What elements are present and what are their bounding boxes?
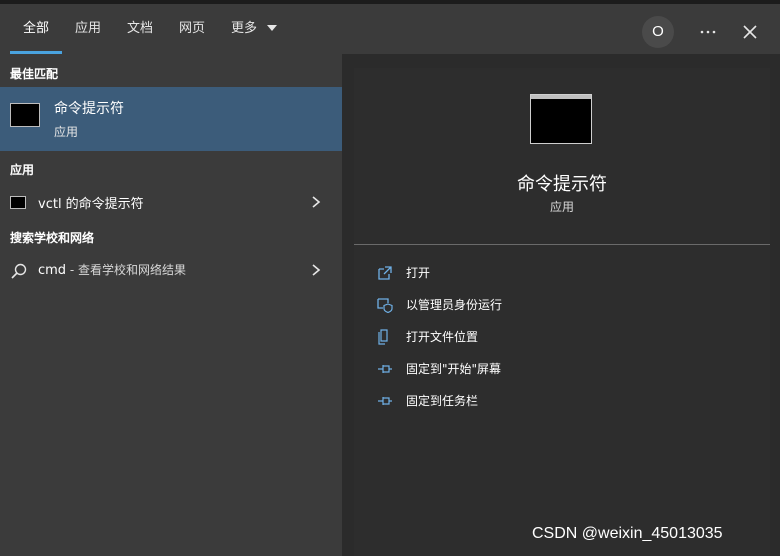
tab-more[interactable]: 更多	[231, 4, 278, 54]
preview-subtitle: 应用	[549, 200, 574, 214]
preview-divider	[354, 244, 770, 245]
action-open-file-location-label: 打开文件位置	[406, 330, 479, 344]
tab-more-label: 更多	[231, 21, 258, 36]
preview-panel: 命令提示符 应用 打开 以管理员身份运行 打开文件位置 固定到"开始"屏幕 固定…	[354, 68, 770, 556]
close-icon	[743, 25, 757, 39]
best-match-item[interactable]: 命令提示符 应用	[0, 87, 342, 151]
web-search-text: cmd - 查看学校和网络结果	[38, 261, 186, 278]
search-suffix: - 查看学校和网络结果	[66, 263, 187, 277]
tab-apps-label: 应用	[75, 21, 102, 36]
tab-web-label: 网页	[179, 21, 206, 36]
preview-title: 命令提示符	[517, 174, 607, 195]
action-run-as-admin-label: 以管理员身份运行	[406, 298, 503, 312]
tab-web[interactable]: 网页	[179, 4, 205, 54]
best-match-header: 最佳匹配	[10, 67, 59, 81]
tab-documents[interactable]: 文档	[127, 4, 153, 54]
terminal-icon	[10, 196, 26, 209]
action-run-as-admin[interactable]: 以管理员身份运行	[376, 294, 756, 316]
action-pin-to-start-label: 固定到"开始"屏幕	[406, 362, 502, 376]
web-search-result[interactable]: cmd - 查看学校和网络结果	[0, 255, 342, 285]
action-open[interactable]: 打开	[376, 262, 756, 284]
search-query: cmd	[38, 263, 67, 278]
avatar-letter: O	[652, 23, 664, 40]
chevron-right-icon	[312, 196, 321, 208]
chevron-down-icon	[267, 24, 278, 31]
tab-bar: 全部 应用 文档 网页 更多 O	[0, 4, 780, 54]
apps-header: 应用	[10, 163, 35, 177]
action-open-file-location[interactable]: 打开文件位置	[376, 326, 756, 348]
action-pin-to-taskbar-label: 固定到任务栏	[406, 394, 479, 408]
more-options-button[interactable]	[694, 18, 722, 46]
best-match-subtitle: 应用	[54, 125, 79, 139]
terminal-icon	[530, 94, 592, 144]
avatar[interactable]: O	[642, 16, 674, 48]
action-pin-to-start[interactable]: 固定到"开始"屏幕	[376, 358, 756, 380]
search-school-header: 搜索学校和网络	[10, 231, 95, 245]
app-result-item[interactable]: vctl 的命令提示符	[0, 187, 342, 217]
pin-icon	[378, 397, 392, 405]
app-result-label: vctl 的命令提示符	[38, 197, 144, 212]
action-pin-to-taskbar[interactable]: 固定到任务栏	[376, 390, 756, 412]
shield-run-icon	[377, 298, 393, 313]
close-button[interactable]	[736, 18, 764, 46]
best-match-title: 命令提示符	[54, 101, 124, 117]
preview-icon-titlebar	[531, 95, 591, 99]
search-icon	[11, 263, 27, 279]
watermark: CSDN @weixin_45013035	[532, 525, 723, 542]
tab-all[interactable]: 全部	[23, 4, 49, 54]
open-icon	[378, 266, 392, 280]
tab-all-label: 全部	[23, 21, 50, 36]
ellipsis-icon	[700, 30, 716, 34]
file-location-icon	[378, 329, 388, 345]
tab-documents-label: 文档	[127, 21, 154, 36]
chevron-right-icon	[312, 264, 321, 276]
action-open-label: 打开	[406, 266, 431, 280]
terminal-icon	[10, 103, 40, 127]
tab-apps[interactable]: 应用	[75, 4, 101, 54]
results-panel: 最佳匹配 命令提示符 应用 应用 vctl 的命令提示符 搜索学校和网络 cmd…	[0, 54, 342, 556]
pin-icon	[378, 365, 392, 373]
